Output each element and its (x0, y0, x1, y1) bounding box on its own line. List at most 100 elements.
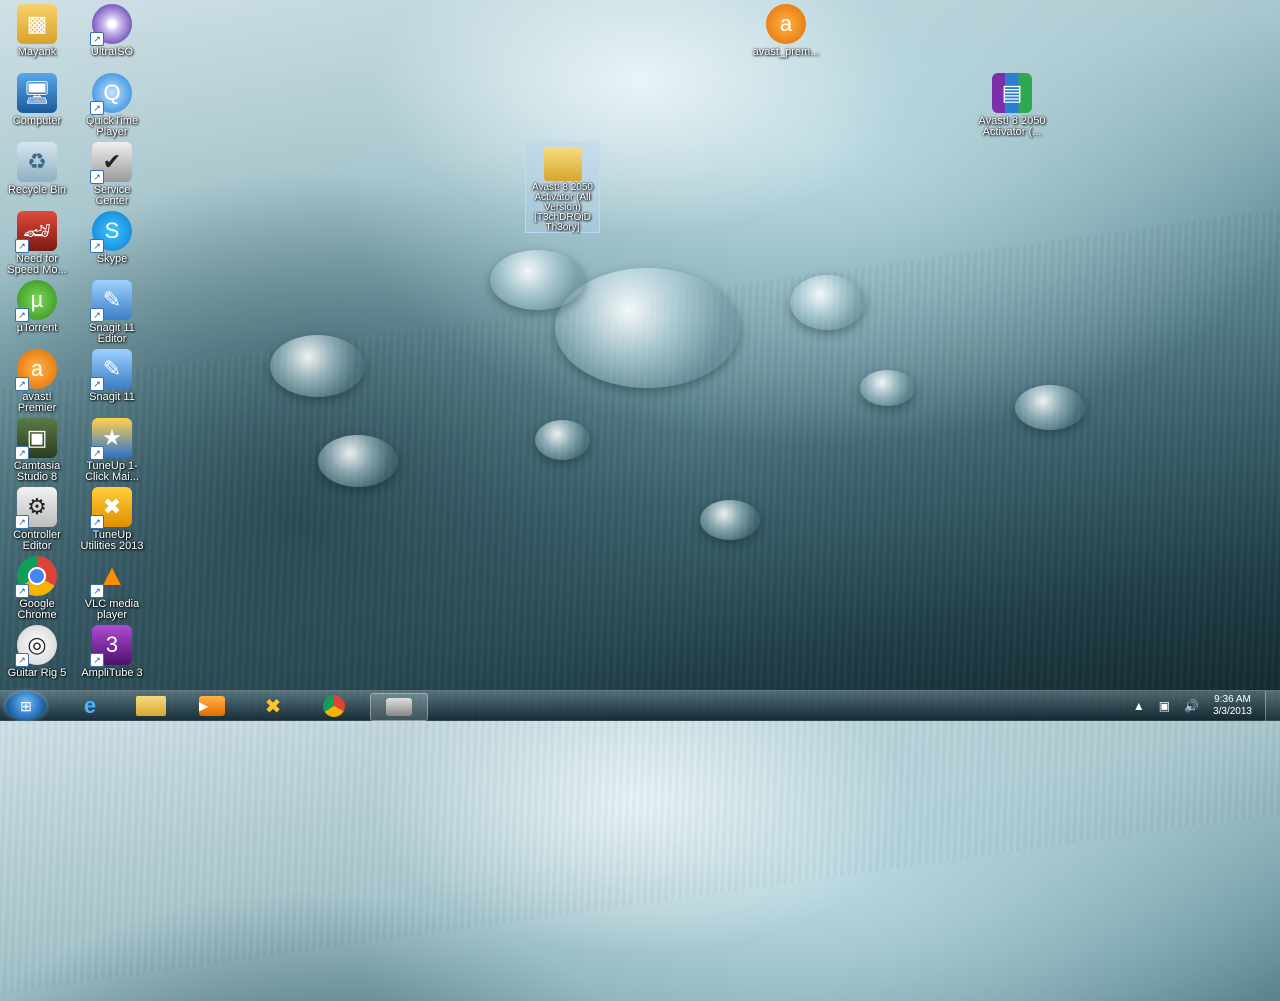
desktop-icon-skype[interactable]: ↗ S Skype (77, 211, 147, 265)
taskbar-internet-explorer[interactable]: e (62, 693, 118, 719)
service-center-icon: ↗ ✔ (90, 142, 132, 184)
icon-label: TuneUp 1-Click Mai... (85, 460, 139, 483)
shortcut-arrow-icon: ↗ (15, 515, 29, 529)
icon-label: avast_prem... (752, 46, 820, 58)
water-drop (535, 420, 590, 460)
shortcut-arrow-icon: ↗ (15, 239, 29, 253)
icon-label: Need for Speed Mo... (7, 253, 67, 276)
icon-label: Snagit 11 Editor (89, 322, 135, 345)
desktop-icon-utorrent[interactable]: ↗ µ µTorrent (2, 280, 72, 334)
amplitube-icon: ↗ 3 (90, 625, 132, 667)
taskbar-file-explorer[interactable] (123, 693, 179, 719)
icon-label: Guitar Rig 5 (7, 667, 67, 679)
selected-folder-label: Avast! 8 2050 Activator (All Version) [T… (532, 182, 593, 233)
desktop-icon-service-center[interactable]: ↗ ✔ Service Center (77, 142, 147, 207)
icon-label: UltraISO (90, 46, 134, 58)
shortcut-arrow-icon: ↗ (15, 653, 29, 667)
desktop-icon-recycle-bin[interactable]: ♻ Recycle Bin (2, 142, 72, 196)
desktop-icon-avast-premier[interactable]: ↗ a avast! Premier (2, 349, 72, 414)
desktop-icon-quicktime[interactable]: ↗ Q QuickTime Player (77, 73, 147, 138)
shortcut-arrow-icon: ↗ (90, 239, 104, 253)
desktop-icon-need-for-speed[interactable]: ↗ 🏎 Need for Speed Mo... (2, 211, 72, 276)
avast-icon: ↗ a (15, 349, 57, 391)
icon-label: Mayank (17, 46, 57, 58)
icon-label: QuickTime Player (85, 115, 139, 138)
skype-icon: ↗ S (90, 211, 132, 253)
icon-label: Service Center (93, 184, 131, 207)
shortcut-arrow-icon: ↗ (90, 377, 104, 391)
shortcut-arrow-icon: ↗ (90, 32, 104, 46)
desktop-icon-avast-activator-archive[interactable]: ▤ Avast! 8 2050 Activator (... (976, 73, 1048, 138)
water-drop (270, 335, 365, 397)
water-drop (490, 250, 585, 310)
selected-folder-avast-activator[interactable]: Avast! 8 2050 Activator (All Version) [T… (525, 141, 600, 233)
shortcut-arrow-icon: ↗ (90, 653, 104, 667)
taskbar-service-center[interactable] (370, 693, 428, 721)
desktop-icon-guitar-rig[interactable]: ↗ ◎ Guitar Rig 5 (2, 625, 72, 679)
taskbar-media-player[interactable]: ▶ (184, 693, 240, 719)
vlc-cone-icon: ↗ ▲ (90, 556, 132, 598)
icon-label: Controller Editor (13, 529, 61, 552)
tuneup-icon: ✖ (264, 695, 282, 718)
icon-label: Computer (12, 115, 62, 127)
shortcut-arrow-icon: ↗ (15, 308, 29, 322)
shortcut-arrow-icon: ↗ (15, 584, 29, 598)
icon-label: Snagit 11 (89, 391, 135, 403)
clock-date: 3/3/2013 (1213, 706, 1252, 717)
disc-icon: ↗ (90, 4, 132, 46)
desktop-icon-mayank[interactable]: ▩ Mayank (2, 4, 72, 58)
desktop-icon-tuneup-utilities[interactable]: ↗ ✖ TuneUp Utilities 2013 (77, 487, 147, 552)
volume-icon[interactable]: 🔊 (1184, 699, 1199, 713)
icon-label: avast! Premier (17, 391, 57, 414)
shortcut-arrow-icon: ↗ (90, 308, 104, 322)
desktop-icon-camtasia[interactable]: ↗ ▣ Camtasia Studio 8 (2, 418, 72, 483)
media-player-icon: ▶ (199, 696, 225, 716)
game-icon: ↗ 🏎 (15, 211, 57, 253)
snagit-icon: ↗ ✎ (90, 349, 132, 391)
network-icon[interactable]: ▣ (1159, 699, 1170, 713)
internet-explorer-icon: e (83, 693, 97, 718)
icon-label: Google Chrome (17, 598, 57, 621)
chrome-icon: ↗ (15, 556, 57, 598)
folder-icon (543, 147, 582, 181)
desktop-icon-tuneup-1click[interactable]: ↗ ★ TuneUp 1-Click Mai... (77, 418, 147, 483)
water-drop (790, 275, 865, 330)
shortcut-arrow-icon: ↗ (90, 101, 104, 115)
desktop-icon-avast-installer[interactable]: a avast_prem... (751, 4, 821, 58)
desktop-icon-computer[interactable]: 🖥 Computer (2, 73, 72, 127)
shortcut-arrow-icon: ↗ (90, 584, 104, 598)
windows-logo-icon: ⊞ (20, 697, 32, 714)
winrar-archive-icon: ▤ (992, 73, 1032, 113)
taskbar-tuneup[interactable]: ✖ (245, 693, 301, 719)
desktop-icon-snagit-editor[interactable]: ↗ ✎ Snagit 11 Editor (77, 280, 147, 345)
shortcut-arrow-icon: ↗ (15, 377, 29, 391)
icon-label: Avast! 8 2050 Activator (... (978, 115, 1046, 138)
desktop-icon-ultraiso[interactable]: ↗ UltraISO (77, 4, 147, 58)
start-button[interactable]: ⊞ (6, 692, 46, 720)
shortcut-arrow-icon: ↗ (90, 515, 104, 529)
clock-time: 9:36 AM (1214, 694, 1251, 705)
show-desktop-button[interactable] (1265, 691, 1280, 721)
desktop-icon-google-chrome[interactable]: ↗ Google Chrome (2, 556, 72, 621)
tuneup-utilities-icon: ↗ ✖ (90, 487, 132, 529)
taskbar-google-chrome[interactable] (306, 693, 362, 719)
show-hidden-icons-chevron-icon[interactable]: ▲ (1133, 699, 1145, 713)
water-drop (700, 500, 760, 540)
icon-label: TuneUp Utilities 2013 (80, 529, 144, 552)
shortcut-arrow-icon: ↗ (90, 446, 104, 460)
quicktime-icon: ↗ Q (90, 73, 132, 115)
water-drop (1015, 385, 1085, 430)
icon-label: AmpliTube 3 (81, 667, 143, 679)
avast-installer-icon: a (766, 4, 806, 44)
computer-icon: 🖥 (17, 73, 57, 113)
desktop-icon-snagit[interactable]: ↗ ✎ Snagit 11 (77, 349, 147, 403)
shortcut-arrow-icon: ↗ (15, 446, 29, 460)
clock[interactable]: 9:36 AM 3/3/2013 (1213, 694, 1252, 718)
desktop-icon-amplitube[interactable]: ↗ 3 AmpliTube 3 (77, 625, 147, 679)
icon-label: Recycle Bin (7, 184, 67, 196)
desktop-icon-controller-editor[interactable]: ↗ ⚙ Controller Editor (2, 487, 72, 552)
snagit-icon: ↗ ✎ (90, 280, 132, 322)
controller-icon: ↗ ⚙ (15, 487, 57, 529)
desktop-icon-vlc[interactable]: ↗ ▲ VLC media player (77, 556, 147, 621)
folder-icon (136, 696, 166, 716)
